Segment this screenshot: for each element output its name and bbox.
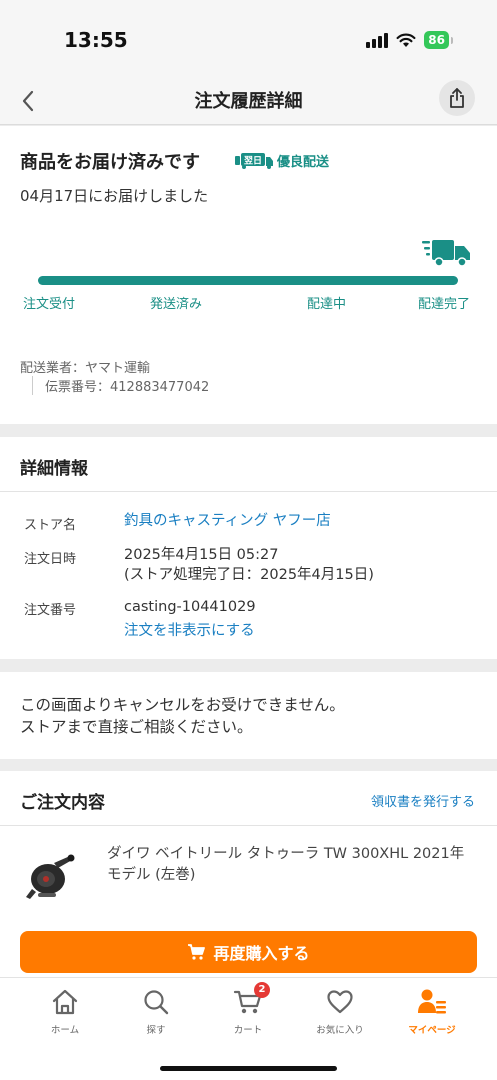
step-order-received: 注文受付 <box>23 297 76 312</box>
rebuy-button[interactable]: 再度購入する <box>20 931 477 973</box>
store-name-link[interactable]: 釣具のキャスティング ヤフー店 <box>124 511 331 531</box>
tab-search-label: 探す <box>146 1025 166 1036</box>
delivery-status-title: 商品をお届け済みです <box>20 152 200 173</box>
home-indicator[interactable] <box>160 1066 337 1071</box>
step-in-transit: 配達中 <box>307 297 347 312</box>
store-name-label: ストア名 <box>24 518 77 533</box>
tab-home[interactable]: ホーム <box>25 986 105 1036</box>
next-day-truck-icon: 翌日 <box>235 152 273 169</box>
cancel-notice-line2: ストアまで直接ご相談ください。 <box>20 718 253 736</box>
detail-info-header: 詳細情報 <box>20 459 88 479</box>
divider <box>0 825 497 826</box>
badge-label: 優良配送 <box>277 155 330 170</box>
share-button[interactable] <box>439 80 475 116</box>
tracking-number: 伝票番号：412883477042 <box>32 376 209 395</box>
tab-search[interactable]: 探す <box>116 986 196 1036</box>
cart-icon <box>188 944 206 960</box>
order-number-value: casting-10441029 <box>124 599 256 615</box>
status-bar: 13:55 86 <box>0 0 497 78</box>
share-icon <box>450 88 464 108</box>
home-icon <box>52 989 78 1015</box>
order-number-label: 注文番号 <box>24 603 77 618</box>
tab-cart[interactable]: 2 カート <box>208 982 288 1036</box>
tab-cart-label: カート <box>233 1025 263 1036</box>
tab-mypage-label: マイページ <box>408 1025 456 1036</box>
wifi-icon <box>396 33 416 47</box>
bottom-tab-bar: ホーム 探す 2 カート お気に入り マイページ <box>0 977 497 1080</box>
product-name[interactable]: ダイワ ベイトリール タトゥーラ TW 300XHL 2021年モデル (左巻) <box>107 844 477 886</box>
cellular-signal-icon <box>366 32 389 48</box>
order-contents-section: ご注文内容 領収書を発行する ダイワ ベイトリール タトゥーラ TW 300XH… <box>0 771 497 977</box>
tab-home-label: ホーム <box>50 1025 80 1036</box>
delivery-truck-icon <box>422 240 470 267</box>
tab-favorites[interactable]: お気に入り <box>300 986 380 1036</box>
badge-icon-text: 翌日 <box>244 155 262 166</box>
step-delivered: 配達完了 <box>418 297 471 312</box>
step-shipped: 発送済み <box>150 297 203 312</box>
rebuy-button-label: 再度購入する <box>213 944 310 963</box>
status-icons: 86 <box>366 31 453 49</box>
search-icon <box>144 990 169 1015</box>
page-title: 注文履歴詳細 <box>194 91 303 112</box>
carrier-info: 配送業者：ヤマト運輸 <box>20 361 151 376</box>
product-image[interactable] <box>24 849 76 903</box>
delivery-status-section: 商品をお届け済みです 翌日 優良配送 04月17日にお届けしました 注文受付 発… <box>0 126 497 424</box>
issue-receipt-link[interactable]: 領収書を発行する <box>371 791 475 810</box>
hide-order-link[interactable]: 注文を非表示にする <box>124 621 255 641</box>
delivered-date: 04月17日にお届けしました <box>20 187 209 205</box>
processed-date-value: (ストア処理完了日：2025年4月15日) <box>124 567 374 583</box>
order-date-value: 2025年4月15日 05:27 <box>124 547 279 563</box>
cancel-notice-line1: この画面よりキャンセルをお受けできません。 <box>20 696 345 714</box>
divider <box>0 491 497 492</box>
delivery-progress-bar <box>38 276 458 285</box>
navigation-bar: 注文履歴詳細 <box>0 78 497 125</box>
battery-indicator: 86 <box>424 31 449 49</box>
order-contents-header: ご注文内容 <box>20 793 105 813</box>
mypage-icon <box>418 989 446 1014</box>
status-time: 13:55 <box>64 28 128 52</box>
fast-delivery-badge: 翌日 優良配送 <box>235 151 329 170</box>
order-date-label: 注文日時 <box>24 552 77 567</box>
cancel-notice-section: この画面よりキャンセルをお受けできません。 ストアまで直接ご相談ください。 <box>0 672 497 759</box>
cart-count-badge: 2 <box>254 982 270 998</box>
cancel-notice-text: この画面よりキャンセルをお受けできません。 ストアまで直接ご相談ください。 <box>20 694 345 738</box>
tab-favorites-label: お気に入り <box>316 1025 364 1036</box>
detail-info-section: 詳細情報 ストア名 釣具のキャスティング ヤフー店 注文日時 2025年4月15… <box>0 437 497 659</box>
heart-icon <box>327 990 353 1014</box>
tab-mypage[interactable]: マイページ <box>392 986 472 1036</box>
battery-tip <box>451 36 453 44</box>
